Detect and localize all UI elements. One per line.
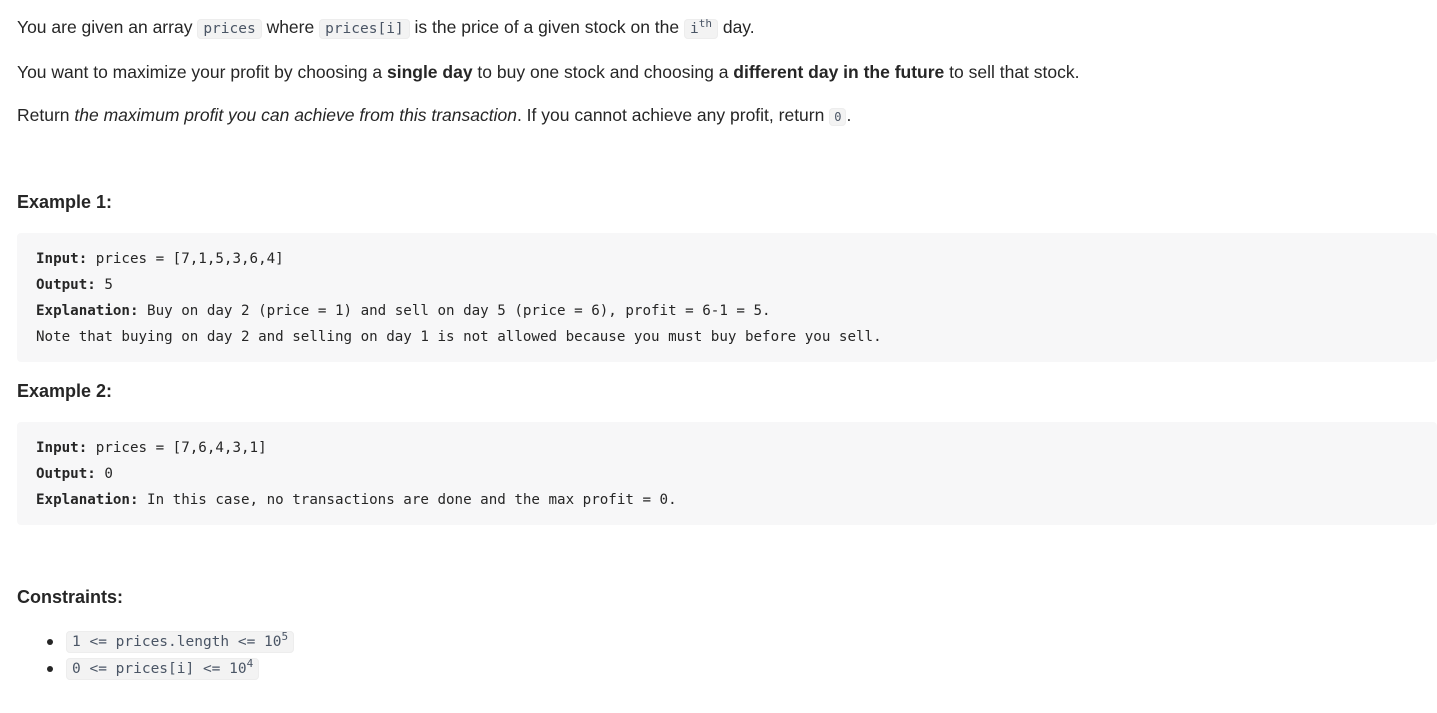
- italic-max-profit: the maximum profit you can achieve from …: [74, 105, 517, 125]
- explanation-label: Explanation:: [36, 303, 139, 319]
- constraint-item: 1 <= prices.length <= 105: [17, 628, 295, 655]
- bullet-icon: [47, 666, 53, 672]
- inline-code-prices-i: prices[i]: [319, 19, 410, 39]
- goal-text: to sell that stock.: [944, 62, 1080, 82]
- return-text: . If you cannot achieve any profit, retu…: [516, 105, 830, 125]
- constraints-heading: Constraints:: [17, 587, 124, 607]
- bold-single-day: single day: [386, 62, 473, 82]
- example-1-heading: Example 1:: [17, 192, 113, 212]
- explanation-value: In this case, no transactions are done a…: [138, 492, 677, 508]
- input-label: Input:: [36, 440, 88, 456]
- input-value: prices = [7,6,4,3,1]: [87, 440, 267, 456]
- return-text: Return: [17, 105, 75, 125]
- output-label: Output:: [36, 277, 96, 293]
- input-label: Input:: [36, 251, 88, 267]
- constraint-item: 0 <= prices[i] <= 104: [17, 655, 294, 682]
- intro-text: day.: [717, 17, 755, 37]
- constraint-exponent: 5: [281, 630, 289, 644]
- constraint-exponent: 4: [246, 657, 254, 671]
- goal-text: You want to maximize your profit by choo…: [17, 62, 387, 82]
- inline-code-zero: 0: [829, 108, 847, 126]
- example-2-output: Output: 0: [36, 461, 1418, 487]
- output-value: 0: [95, 466, 113, 482]
- example-2-input: Input: prices = [7,6,4,3,1]: [36, 435, 1418, 461]
- constraint-code: 1 <= prices.length <= 105: [66, 630, 295, 653]
- ith-superscript: th: [698, 17, 712, 31]
- constraint-code: 0 <= prices[i] <= 104: [66, 657, 260, 680]
- example-1-output: Output: 5: [36, 272, 1418, 298]
- intro-text: You are given an array: [17, 17, 198, 37]
- constraints-list: 1 <= prices.length <= 105 0 <= prices[i]…: [17, 628, 295, 682]
- explanation-value: Buy on day 2 (price = 1) and sell on day…: [138, 303, 771, 319]
- input-value: prices = [7,1,5,3,6,4]: [87, 251, 284, 267]
- example-2-explanation: Explanation: In this case, no transactio…: [36, 487, 1418, 513]
- output-label: Output:: [36, 466, 96, 482]
- goal-paragraph: You want to maximize your profit by choo…: [17, 59, 1079, 85]
- output-value: 5: [95, 277, 113, 293]
- ith-base: i: [690, 21, 699, 37]
- constraint-text: 0 <= prices[i] <= 10: [72, 661, 247, 677]
- return-text: .: [846, 105, 852, 125]
- constraint-text: 1 <= prices.length <= 10: [72, 634, 282, 650]
- explanation-label: Explanation:: [36, 492, 139, 508]
- example-1-input: Input: prices = [7,1,5,3,6,4]: [36, 246, 1418, 272]
- intro-text: is the price of a given stock on the: [409, 17, 684, 37]
- bold-different-day: different day in the future: [733, 62, 945, 82]
- example-1-block: Input: prices = [7,1,5,3,6,4] Output: 5 …: [17, 233, 1437, 362]
- bullet-icon: [47, 639, 53, 645]
- example-1-explanation: Explanation: Buy on day 2 (price = 1) an…: [36, 298, 1418, 324]
- return-paragraph: Return the maximum profit you can achiev…: [17, 102, 851, 130]
- inline-code-prices: prices: [197, 19, 262, 39]
- example-1-note: Note that buying on day 2 and selling on…: [36, 329, 882, 345]
- inline-code-ith: ith: [684, 17, 718, 39]
- example-2-heading: Example 2:: [17, 381, 113, 401]
- goal-text: to buy one stock and choosing a: [472, 62, 734, 82]
- intro-text: where: [261, 17, 320, 37]
- intro-paragraph: You are given an array prices where pric…: [17, 14, 755, 42]
- example-2-block: Input: prices = [7,6,4,3,1] Output: 0 Ex…: [17, 422, 1437, 525]
